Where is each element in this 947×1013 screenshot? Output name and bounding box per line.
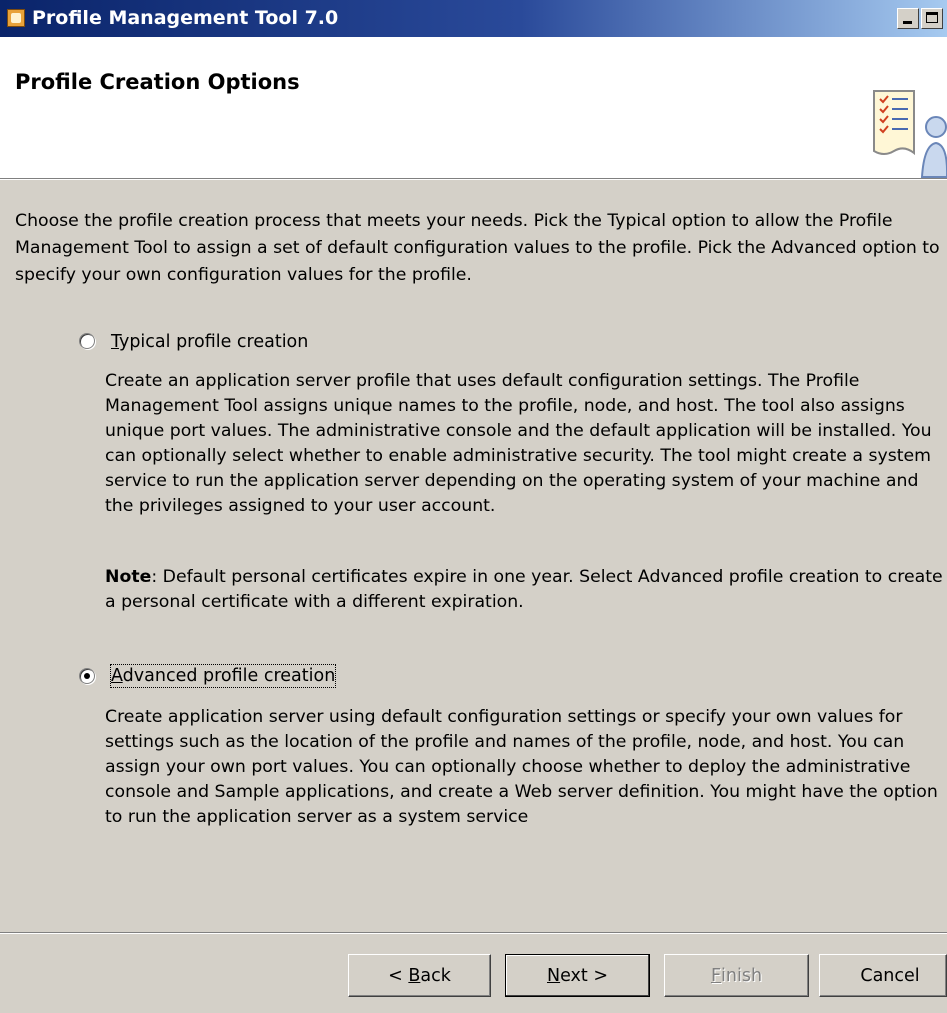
window-title: Profile Management Tool 7.0 xyxy=(32,7,339,29)
note-label: Note xyxy=(105,567,152,587)
maximize-icon[interactable] xyxy=(921,8,943,29)
note-text: : Default personal certificates expire i… xyxy=(105,567,943,612)
next-rest: ext > xyxy=(560,965,608,986)
advanced-description: Create application server using default … xyxy=(105,707,938,827)
typical-note: Note: Default personal certificates expi… xyxy=(105,565,945,615)
advanced-label-text: dvanced profile creation xyxy=(122,666,336,686)
intro-text: Choose the profile creation process that… xyxy=(15,211,940,285)
page-title: Profile Creation Options xyxy=(15,70,300,94)
app-icon xyxy=(7,9,25,27)
next-mnemonic: N xyxy=(547,965,561,986)
wizard-header: Profile Creation Options xyxy=(0,37,947,178)
checklist-user-icon xyxy=(873,90,947,178)
back-rest: ack xyxy=(420,965,451,986)
typical-mnemonic: T xyxy=(111,332,119,352)
title-bar: Profile Management Tool 7.0 xyxy=(0,0,947,37)
finish-rest: inish xyxy=(721,965,763,986)
finish-mnemonic: F xyxy=(710,965,722,986)
back-mnemonic: B xyxy=(408,965,421,986)
typical-radio[interactable] xyxy=(79,333,95,349)
minimize-icon[interactable] xyxy=(897,8,919,29)
next-button[interactable]: Next > xyxy=(505,954,650,997)
typical-label-text: ypical profile creation xyxy=(118,332,309,352)
advanced-mnemonic: A xyxy=(111,666,123,686)
back-prefix: < xyxy=(388,965,409,986)
finish-button: Finish xyxy=(664,954,809,997)
back-button[interactable]: < Back xyxy=(348,954,491,997)
advanced-radio-label[interactable]: Advanced profile creation xyxy=(109,664,337,688)
footer-divider-highlight xyxy=(0,933,947,934)
header-divider-highlight xyxy=(0,179,947,180)
typical-radio-label[interactable]: Typical profile creation xyxy=(111,331,308,353)
cancel-button[interactable]: Cancel xyxy=(819,954,947,997)
advanced-radio[interactable] xyxy=(79,668,95,684)
typical-description: Create an application server profile tha… xyxy=(105,371,932,516)
